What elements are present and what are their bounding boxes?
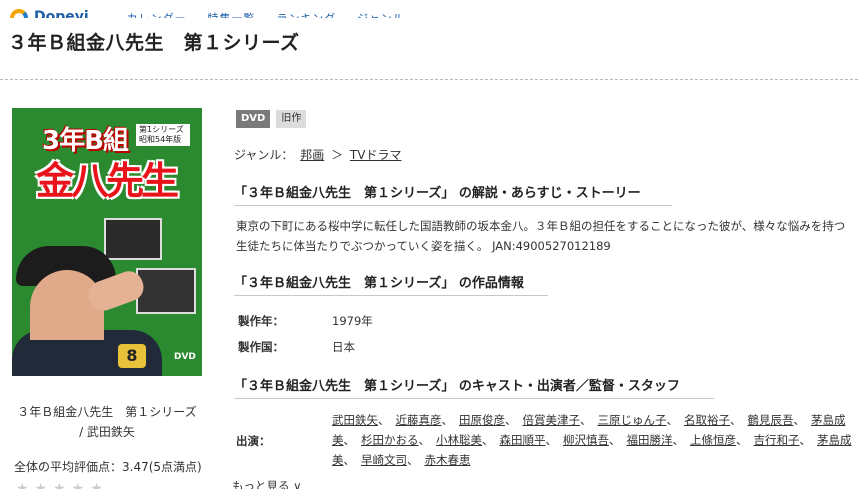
- title-divider: [0, 79, 858, 80]
- classroom-photo-2: [136, 268, 196, 314]
- production-year-label: 製作年：: [238, 314, 284, 328]
- page-title: ３年Ｂ組金八先生 第１シリーズ: [8, 32, 300, 54]
- cast-separator: 、: [730, 413, 742, 427]
- cast-member-link[interactable]: 小林聡美: [436, 433, 482, 447]
- production-year-value: 1979年: [332, 314, 373, 328]
- volume-number-badge: 8: [118, 344, 146, 368]
- cast-member-link[interactable]: 上條恒彦: [690, 433, 736, 447]
- cast-member-link[interactable]: 鶴見辰吾: [748, 413, 794, 427]
- dvd-format-mark: DVD: [174, 352, 196, 362]
- cast-member-link[interactable]: 早崎文司: [361, 453, 407, 467]
- cast-separator: 、: [343, 453, 356, 467]
- cast-separator: 、: [418, 433, 431, 447]
- cast-separator: 、: [343, 433, 356, 447]
- format-badges: DVD 旧作: [236, 110, 307, 128]
- dvd-badge: DVD: [236, 110, 271, 128]
- site-brand[interactable]: Dopeyi: [34, 9, 89, 18]
- cast-member-link[interactable]: 柳沢慎吾: [563, 433, 609, 447]
- nav-links[interactable]: … カレンダー … 特集一覧 … ランキング … ジャンル: [110, 10, 405, 18]
- cast-separator: 、: [545, 433, 558, 447]
- cast-member-link[interactable]: 名取裕子: [684, 413, 730, 427]
- cast-separator: 、: [407, 453, 419, 467]
- cast-member-link[interactable]: 吉行和子: [754, 433, 800, 447]
- cast-heading: 「３年Ｂ組金八先生 第１シリーズ」 のキャスト・出演者／監督・スタッフ: [234, 375, 714, 399]
- show-more-link[interactable]: もっと見る ∨: [232, 478, 302, 489]
- rating-stars-icon[interactable]: ★★★★★: [16, 481, 109, 489]
- synopsis-text: 東京の下町にある桜中学に転任した国語教師の坂本金八。３年Ｂ組の担任をすることにな…: [236, 219, 846, 253]
- average-rating: 全体の平均評価点：3.47(5点満点): [14, 460, 202, 474]
- genre-link-houga[interactable]: 邦画: [300, 148, 324, 162]
- synopsis-heading: 「３年Ｂ組金八先生 第１シリーズ」 の解説・あらすじ・ストーリー: [234, 182, 672, 206]
- caption-title: ３年Ｂ組金八先生 第１シリーズ: [17, 405, 197, 419]
- caption-actor: / 武田鉄矢: [79, 425, 135, 439]
- info-heading: 「３年Ｂ組金八先生 第１シリーズ」 の作品情報: [234, 272, 548, 296]
- cast-separator: 、: [666, 413, 679, 427]
- dvd-jacket-image[interactable]: 3年B組 第1シリーズ 昭和54年版 金八先生 8 DVD: [12, 108, 202, 376]
- genre-link-tv-drama[interactable]: TVドラマ: [350, 148, 402, 162]
- cast-separator: 、: [482, 433, 494, 447]
- cast-member-link[interactable]: 田原俊彦: [459, 413, 505, 427]
- cast-list: 武田鉄矢、 近藤真彦、 田原俊彦、 倍賞美津子、 三原じゅん子、 名取裕子、 鶴見辰吾、 茅島…: [332, 410, 852, 470]
- jacket-title-main: 金八先生: [36, 159, 179, 203]
- cast-separator: 、: [736, 433, 748, 447]
- site-logo-icon[interactable]: [10, 9, 28, 18]
- production-country-label: 製作国：: [238, 340, 284, 354]
- jacket-series-box: 第1シリーズ 昭和54年版: [136, 124, 190, 146]
- cast-member-link[interactable]: 杉田かおる: [361, 433, 419, 447]
- cast-separator: 、: [580, 413, 592, 427]
- cast-separator: 、: [609, 433, 621, 447]
- cast-member-link[interactable]: 森田順平: [500, 433, 546, 447]
- cast-member-link[interactable]: 近藤真彦: [396, 413, 442, 427]
- cast-member-link[interactable]: 福田勝洋: [627, 433, 673, 447]
- top-navigation: Dopeyi … カレンダー … 特集一覧 … ランキング … ジャンル: [0, 0, 858, 18]
- cast-separator: 、: [799, 433, 812, 447]
- cast-member-link[interactable]: 三原じゅん子: [598, 413, 667, 427]
- classroom-photo: [104, 218, 162, 260]
- old-release-badge: 旧作: [276, 110, 307, 128]
- cast-separator: 、: [378, 413, 390, 427]
- genre-separator: ＞: [331, 148, 344, 162]
- cast-separator: 、: [441, 413, 454, 427]
- poster-caption: ３年Ｂ組金八先生 第１シリーズ / 武田鉄矢: [12, 402, 202, 442]
- cast-member-link[interactable]: 武田鉄矢: [332, 413, 378, 427]
- cast-separator: 、: [672, 433, 685, 447]
- production-country-value: 日本: [332, 340, 355, 354]
- genre-label: ジャンル：: [234, 148, 294, 162]
- cast-member-link[interactable]: 倍賞美津子: [523, 413, 581, 427]
- cast-separator: 、: [793, 413, 806, 427]
- cast-member-link[interactable]: 赤木春恵: [425, 453, 471, 467]
- cast-label: 出演：: [236, 434, 271, 448]
- cast-separator: 、: [505, 413, 517, 427]
- genre-breadcrumb: ジャンル： 邦画 ＞ TVドラマ: [234, 146, 404, 163]
